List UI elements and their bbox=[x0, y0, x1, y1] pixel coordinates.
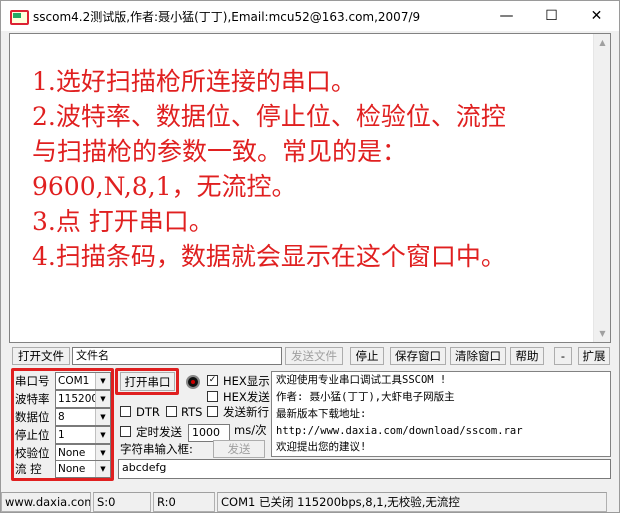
open-file-button[interactable]: 打开文件 bbox=[12, 347, 70, 365]
status-bar: www.daxia.com S:0 R:0 COM1 已关闭 115200bps… bbox=[1, 492, 619, 512]
databits-select[interactable]: 8 ▼ bbox=[55, 408, 111, 426]
rts-label: RTS bbox=[181, 405, 203, 419]
baud-label: 波特率 bbox=[15, 392, 50, 406]
hex-display-checkbox[interactable]: ✓ bbox=[207, 375, 218, 386]
status-port: COM1 已关闭 115200bps,8,1,无校验,无流控 bbox=[217, 492, 607, 512]
status-received: R:0 bbox=[153, 492, 215, 512]
app-window: sscom4.2测试版,作者:聂小猛(丁丁),Email:mcu52@163.c… bbox=[0, 0, 620, 513]
chevron-down-icon: ▼ bbox=[95, 373, 110, 389]
info-line-3: 最新版本下载地址: bbox=[276, 408, 367, 420]
info-line-2: 作者: 聂小猛(丁丁),大虾电子网版主 bbox=[276, 391, 455, 403]
minimize-button[interactable]: — bbox=[484, 1, 529, 31]
baud-value: 115200 bbox=[58, 393, 99, 405]
send-newline-checkbox[interactable] bbox=[207, 406, 218, 417]
port-value: COM1 bbox=[58, 375, 90, 387]
info-line-1: 欢迎使用专业串口调试工具SSCOM ! bbox=[276, 374, 447, 386]
chevron-down-icon: ▼ bbox=[95, 461, 110, 477]
info-line-4: http://www.daxia.com/download/sscom.rar bbox=[276, 425, 523, 437]
stop-button[interactable]: 停止 bbox=[350, 347, 384, 365]
stopbits-label: 停止位 bbox=[15, 428, 50, 442]
chevron-down-icon: ▼ bbox=[95, 391, 110, 407]
close-button[interactable]: ✕ bbox=[574, 1, 619, 31]
chevron-down-icon: ▼ bbox=[95, 409, 110, 425]
send-newline-label: 发送新行 bbox=[223, 405, 269, 419]
parity-value: None bbox=[58, 447, 86, 459]
help-button[interactable]: 帮助 bbox=[510, 347, 544, 365]
databits-value: 8 bbox=[58, 411, 65, 423]
open-port-button[interactable]: 打开串口 bbox=[120, 372, 175, 391]
dtr-label: DTR bbox=[136, 405, 160, 419]
expand-button[interactable]: 扩展 bbox=[578, 347, 610, 365]
timed-send-label: 定时发送 bbox=[136, 425, 182, 439]
rts-checkbox[interactable] bbox=[166, 406, 177, 417]
collapse-button[interactable]: - bbox=[554, 347, 572, 365]
window-title: sscom4.2测试版,作者:聂小猛(丁丁),Email:mcu52@163.c… bbox=[33, 9, 421, 24]
maximize-button[interactable]: ☐ bbox=[529, 1, 574, 31]
info-line-5: 欢迎提出您的建议! bbox=[276, 441, 367, 453]
port-label: 串口号 bbox=[15, 374, 50, 388]
databits-label: 数据位 bbox=[15, 410, 50, 424]
baud-select[interactable]: 115200 ▼ bbox=[55, 390, 111, 408]
scroll-down-icon[interactable]: ▼ bbox=[594, 325, 611, 342]
dtr-checkbox[interactable] bbox=[120, 406, 131, 417]
send-file-button[interactable]: 发送文件 bbox=[285, 347, 343, 365]
flow-select[interactable]: None ▼ bbox=[55, 460, 111, 478]
clear-window-button[interactable]: 清除窗口 bbox=[450, 347, 506, 365]
receive-text: 1.选好扫描枪所连接的串口。 2.波特率、数据位、停止位、检验位、流控 与扫描枪… bbox=[32, 67, 506, 271]
hex-send-checkbox[interactable] bbox=[207, 391, 218, 402]
string-input-label: 字符串输入框: bbox=[120, 442, 193, 456]
flow-value: None bbox=[58, 463, 86, 475]
vertical-scrollbar[interactable]: ▲ ▼ bbox=[593, 34, 610, 342]
flow-label: 流 控 bbox=[15, 462, 42, 476]
title-bar: sscom4.2测试版,作者:聂小猛(丁丁),Email:mcu52@163.c… bbox=[1, 1, 619, 31]
receive-area[interactable]: 1.选好扫描枪所连接的串口。 2.波特率、数据位、停止位、检验位、流控 与扫描枪… bbox=[9, 33, 611, 343]
status-site: www.daxia.com bbox=[1, 492, 91, 512]
send-button[interactable]: 发送 bbox=[213, 440, 265, 458]
port-status-led-icon bbox=[186, 375, 200, 389]
window-controls: — ☐ ✕ bbox=[484, 1, 619, 31]
scroll-up-icon[interactable]: ▲ bbox=[594, 34, 611, 51]
status-sent: S:0 bbox=[93, 492, 151, 512]
parity-label: 校验位 bbox=[15, 446, 50, 460]
port-select[interactable]: COM1 ▼ bbox=[55, 372, 111, 390]
hex-display-label: HEX显示 bbox=[223, 374, 270, 388]
interval-unit-label: ms/次 bbox=[234, 423, 267, 437]
chevron-down-icon: ▼ bbox=[95, 427, 110, 443]
info-box: 欢迎使用专业串口调试工具SSCOM ! 作者: 聂小猛(丁丁),大虾电子网版主 … bbox=[271, 371, 611, 457]
chevron-down-icon: ▼ bbox=[95, 445, 110, 461]
timed-send-checkbox[interactable] bbox=[120, 426, 131, 437]
stopbits-value: 1 bbox=[58, 429, 65, 441]
file-name-field[interactable]: 文件名 bbox=[72, 347, 282, 365]
hex-send-label: HEX发送 bbox=[223, 390, 270, 404]
send-text-input[interactable]: abcdefg bbox=[118, 459, 611, 479]
stopbits-select[interactable]: 1 ▼ bbox=[55, 426, 111, 444]
save-window-button[interactable]: 保存窗口 bbox=[390, 347, 446, 365]
app-icon bbox=[9, 7, 29, 25]
